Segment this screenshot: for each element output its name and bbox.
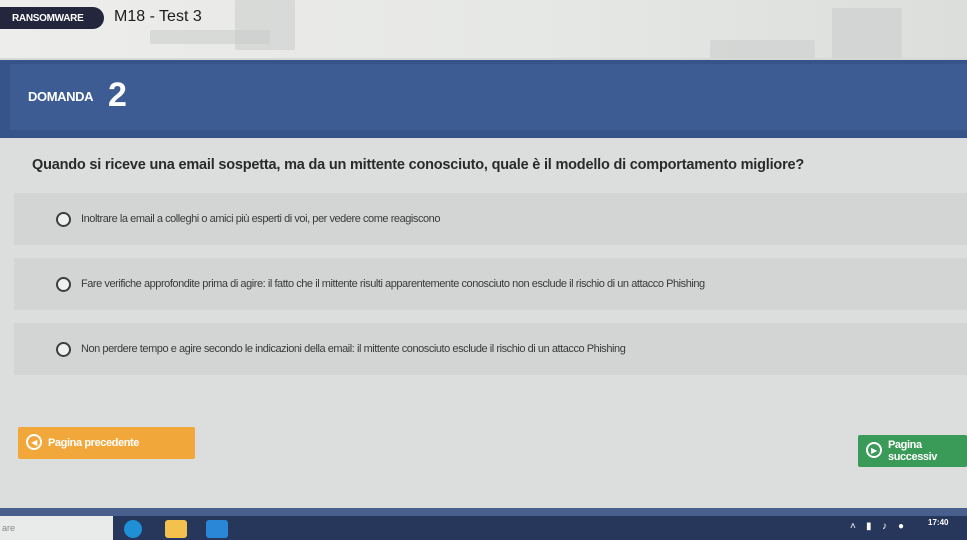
previous-page-button[interactable]: ◀ Pagina precedente <box>18 427 195 459</box>
taskbar-clock: 17:40 <box>928 518 949 527</box>
question-banner <box>0 60 967 138</box>
answer-option-1[interactable]: Inoltrare la email a colleghi o amici pi… <box>14 193 967 245</box>
module-badge: RANSOMWARE <box>0 7 104 29</box>
chevron-up-icon[interactable]: ˄ <box>850 521 856 532</box>
radio-button[interactable] <box>56 341 71 357</box>
question-label: DOMANDA <box>28 89 94 104</box>
header-decoration <box>235 0 295 50</box>
question-text: Quando si riceve una email sospetta, ma … <box>32 157 805 173</box>
module-title: M18 - Test 3 <box>114 8 202 25</box>
taskbar <box>0 516 967 540</box>
footer-strip <box>0 508 967 516</box>
answer-option-2[interactable]: Fare verifiche approfondite prima di agi… <box>14 258 967 310</box>
chevron-left-icon: ◀ <box>26 434 42 450</box>
header-decoration <box>710 40 815 58</box>
previous-page-label: Pagina precedente <box>48 437 140 449</box>
wifi-icon[interactable]: ● <box>898 521 904 532</box>
answer-option-text: Inoltrare la email a colleghi o amici pi… <box>81 213 441 225</box>
battery-icon[interactable]: ▮ <box>866 521 872 532</box>
edge-icon[interactable] <box>124 520 142 538</box>
volume-icon[interactable]: ♪ <box>882 521 887 532</box>
next-page-label: Pagina successiv <box>888 439 937 463</box>
answer-option-3[interactable]: Non perdere tempo e agire secondo le ind… <box>14 323 967 375</box>
next-page-button[interactable]: ▶ Pagina successiv <box>858 435 967 467</box>
store-icon[interactable] <box>206 520 228 538</box>
radio-button[interactable] <box>56 211 71 227</box>
answer-option-text: Fare verifiche approfondite prima di agi… <box>81 278 705 290</box>
header-decoration <box>832 8 902 58</box>
answer-option-text: Non perdere tempo e agire secondo le ind… <box>81 343 626 355</box>
radio-button[interactable] <box>56 276 71 292</box>
play-icon: ▶ <box>866 442 882 458</box>
question-number: 2 <box>108 76 127 114</box>
folder-icon[interactable] <box>165 520 187 538</box>
taskbar-search-input[interactable]: are <box>0 516 113 540</box>
